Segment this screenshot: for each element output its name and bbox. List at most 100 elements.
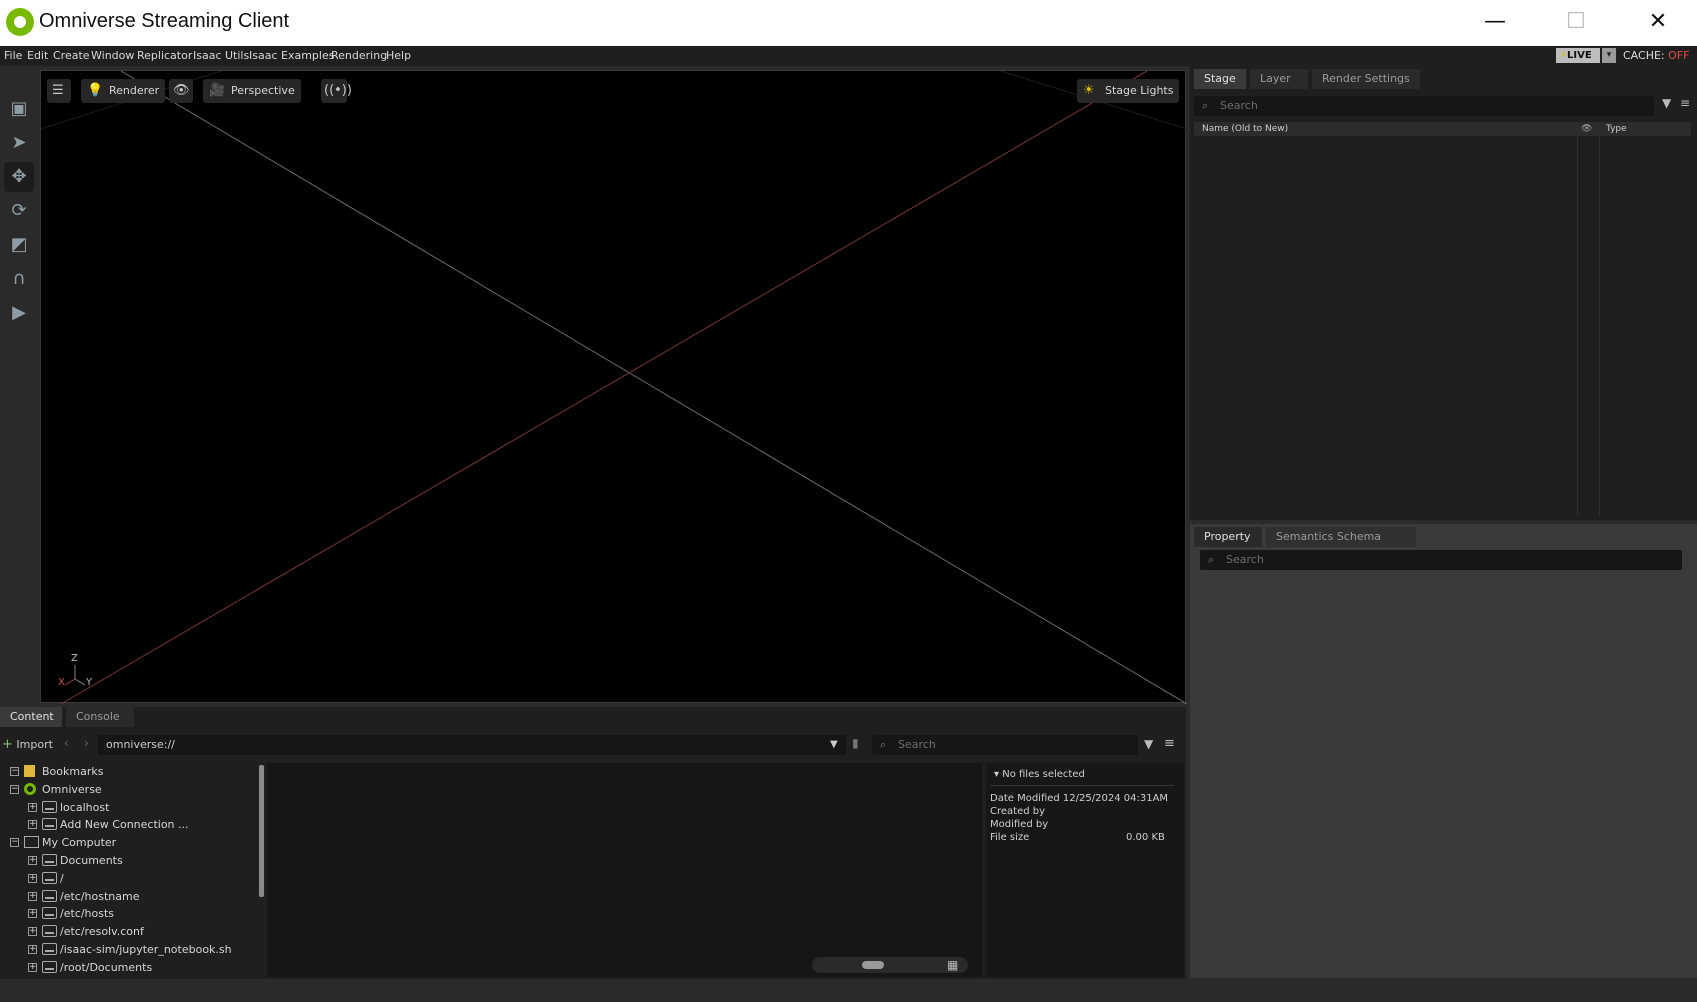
live-dropdown-chevron-icon[interactable]: ▾ <box>1602 48 1616 63</box>
filter-icon[interactable]: ▼ <box>1144 737 1153 751</box>
sliders-icon: ☰ <box>52 83 64 98</box>
menu-icon[interactable]: ≡ <box>1164 736 1175 751</box>
menu-replicator[interactable]: Replicator <box>137 49 192 62</box>
drive-icon <box>42 960 57 973</box>
property-search-input[interactable]: ⌕ Search <box>1200 550 1682 570</box>
expand-icon[interactable]: + <box>28 856 37 865</box>
stage-search-input[interactable]: ⌕ Search <box>1194 96 1654 116</box>
stage-column-header: Name (Old to New) 👁 Type <box>1194 122 1691 136</box>
tree-scrollbar[interactable] <box>259 765 264 897</box>
forward-chevron-icon[interactable]: › <box>84 736 89 750</box>
tab-render-settings[interactable]: Render Settings <box>1312 69 1420 89</box>
rotate-icon[interactable]: ⟳ <box>4 196 34 226</box>
menu-rendering[interactable]: Rendering <box>331 49 387 62</box>
tab-console[interactable]: Console <box>66 707 134 727</box>
drive-icon <box>42 800 57 813</box>
tree-item-label: / <box>60 871 64 885</box>
import-button[interactable]: + Import <box>2 737 53 752</box>
camera-icon: 🎥 <box>209 83 226 98</box>
tab-layer[interactable]: Layer <box>1250 69 1308 89</box>
play-icon[interactable]: ▶ <box>4 298 34 328</box>
title-bar: Omniverse Streaming Client — ☐ ✕ <box>0 0 1697 46</box>
computer-icon <box>24 836 39 849</box>
move-icon[interactable]: ✥ <box>4 162 34 192</box>
tree-item-label: /etc/hosts <box>60 907 115 921</box>
collapse-icon[interactable]: − <box>10 784 19 794</box>
column-type[interactable]: Type <box>1606 122 1627 136</box>
stream-button[interactable]: ((•)) <box>321 79 352 103</box>
maximize-button[interactable]: ☐ <box>1553 8 1599 38</box>
broadcast-icon: ((•)) <box>324 83 352 98</box>
collapse-chevron-icon: ▾ <box>994 769 1000 780</box>
menu-bar: File Edit Create Window Replicator Isaac… <box>0 46 1697 66</box>
content-search-input[interactable]: ⌕ Search <box>872 735 1138 755</box>
visibility-eye-icon[interactable]: 👁 <box>1581 122 1592 136</box>
column-name[interactable]: Name (Old to New) <box>1202 122 1288 136</box>
tab-property[interactable]: Property <box>1194 527 1262 547</box>
expand-icon[interactable]: + <box>28 962 37 972</box>
visibility-button[interactable]: 👁 <box>169 79 193 103</box>
filter-icon[interactable]: ▼ <box>1662 96 1671 110</box>
minimize-button[interactable]: — <box>1472 8 1518 38</box>
camera-button[interactable]: 🎥 Perspective <box>203 79 301 103</box>
drive-icon <box>42 818 57 831</box>
scale-icon[interactable]: ◩ <box>4 230 34 260</box>
tab-stage[interactable]: Stage <box>1194 69 1246 89</box>
thumbnail-size-slider[interactable]: ▦ <box>812 957 968 973</box>
menu-file[interactable]: File <box>4 49 22 62</box>
menu-create[interactable]: Create <box>53 49 90 62</box>
menu-help[interactable]: Help <box>386 49 411 62</box>
cache-status[interactable]: CACHE: OFF <box>1623 49 1689 62</box>
expand-icon[interactable]: + <box>28 927 37 937</box>
expand-icon[interactable]: + <box>28 802 37 812</box>
back-chevron-icon[interactable]: ‹ <box>64 736 69 750</box>
menu-isaac-utils[interactable]: Isaac Utils <box>193 49 249 62</box>
select-arrow-icon[interactable]: ➤ <box>4 128 34 158</box>
expand-icon[interactable]: + <box>28 873 37 883</box>
live-button[interactable]: ⚡LIVE <box>1556 48 1600 63</box>
search-icon: ⌕ <box>1202 99 1209 112</box>
expand-icon[interactable]: + <box>28 891 37 901</box>
grid-view-icon[interactable]: ▦ <box>947 957 958 973</box>
viewport-grid <box>41 71 1187 704</box>
tree-item-label: /root/Documents <box>60 960 153 974</box>
eye-icon: 👁 <box>173 83 190 98</box>
path-dropdown-chevron-icon[interactable]: ▼ <box>830 735 838 755</box>
expand-icon[interactable]: + <box>28 820 37 830</box>
expand-icon[interactable]: + <box>28 909 37 919</box>
details-header[interactable]: ▾ No files selected <box>994 769 1085 780</box>
layers-cube-icon[interactable]: ▣ <box>4 94 34 124</box>
stage-lights-button[interactable]: ☀ Stage Lights <box>1077 79 1180 103</box>
viewport[interactable]: ☰ 💡 Renderer 👁 🎥 Perspective ((•)) ☀ Stage … <box>40 70 1187 704</box>
path-input[interactable]: omniverse:// ▼ <box>98 735 846 755</box>
tree-item-label: Documents <box>60 854 123 867</box>
close-button[interactable]: ✕ <box>1635 8 1681 38</box>
window-title: Omniverse Streaming Client <box>39 10 290 32</box>
viewport-settings-button[interactable]: ☰ <box>47 79 71 103</box>
plus-icon: + <box>2 737 13 752</box>
collapse-icon[interactable]: − <box>10 838 19 848</box>
column-divider <box>1577 136 1578 516</box>
drive-icon <box>42 889 57 902</box>
menu-window[interactable]: Window <box>91 49 134 62</box>
snap-magnet-icon[interactable]: ∩ <box>4 264 34 294</box>
drive-icon <box>42 854 57 866</box>
drive-icon <box>42 943 57 955</box>
tab-semantics-schema-editor[interactable]: Semantics Schema Editor <box>1266 527 1416 563</box>
slider-handle[interactable] <box>862 961 884 969</box>
axis-gizmo: Z X Y <box>49 651 92 691</box>
tab-content[interactable]: Content <box>0 707 62 727</box>
date-modified: Date Modified 12/25/2024 04:31AM <box>990 793 1169 804</box>
menu-icon[interactable]: ≡ <box>1680 96 1690 110</box>
file-grid-area[interactable] <box>267 763 982 977</box>
divider <box>990 785 1174 786</box>
drive-icon <box>42 871 57 884</box>
omniverse-icon <box>24 782 36 795</box>
menu-isaac-examples[interactable]: Isaac Examples <box>249 49 334 62</box>
renderer-button[interactable]: 💡 Renderer <box>81 79 166 103</box>
tree-item-label: localhost <box>60 800 110 814</box>
menu-edit[interactable]: Edit <box>27 49 48 62</box>
expand-icon[interactable]: + <box>28 945 37 954</box>
collapse-icon[interactable]: − <box>10 767 19 776</box>
bookmark-icon[interactable]: ▮ <box>852 736 859 750</box>
